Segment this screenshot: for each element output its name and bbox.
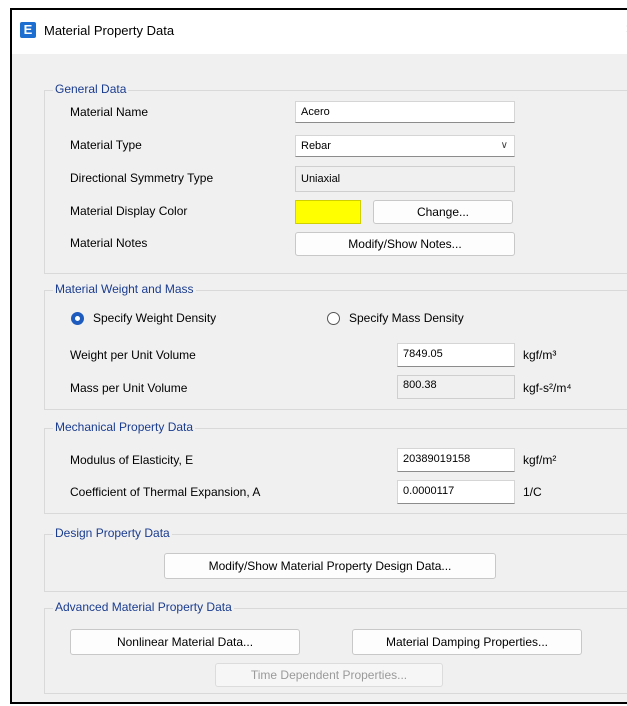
thermal-expansion-label: Coefficient of Thermal Expansion, A — [70, 485, 261, 499]
modulus-input[interactable]: 20389019158 — [397, 448, 515, 472]
weight-per-volume-label: Weight per Unit Volume — [70, 348, 196, 362]
mass-density-label[interactable]: Specify Mass Density — [349, 311, 464, 325]
app-icon: E — [20, 22, 36, 38]
advanced-title: Advanced Material Property Data — [53, 600, 234, 614]
design-title: Design Property Data — [53, 526, 172, 540]
general-data-group: General Data Material Name Acero Materia… — [44, 82, 627, 274]
design-data-button[interactable]: Modify/Show Material Property Design Dat… — [164, 553, 496, 579]
weight-mass-title: Material Weight and Mass — [53, 282, 196, 296]
display-color-label: Material Display Color — [70, 204, 188, 218]
mechanical-group: Mechanical Property Data Modulus of Elas… — [44, 420, 627, 514]
weight-density-radio[interactable] — [71, 312, 84, 325]
material-name-input[interactable]: Acero — [295, 101, 515, 123]
weight-unit: kgf/m³ — [523, 348, 557, 362]
title-bar: E Material Property Data × — [12, 10, 627, 54]
design-group: Design Property Data Modify/Show Materia… — [44, 526, 627, 592]
material-name-label: Material Name — [70, 105, 149, 119]
material-property-dialog: E Material Property Data × General Data … — [10, 8, 627, 704]
chevron-down-icon: ∨ — [500, 140, 508, 151]
damping-properties-button[interactable]: Material Damping Properties... — [352, 629, 582, 655]
material-notes-label: Material Notes — [70, 236, 148, 250]
nonlinear-data-button[interactable]: Nonlinear Material Data... — [70, 629, 300, 655]
mass-per-volume-field: 800.38 — [397, 375, 515, 399]
change-color-button[interactable]: Change... — [373, 200, 513, 224]
mass-unit: kgf-s²/m⁴ — [523, 381, 572, 395]
material-type-label: Material Type — [70, 138, 142, 152]
material-type-value: Rebar — [301, 140, 331, 152]
modulus-unit: kgf/m² — [523, 453, 557, 467]
weight-per-volume-input[interactable]: 7849.05 — [397, 343, 515, 367]
general-data-title: General Data — [53, 82, 129, 96]
symmetry-label: Directional Symmetry Type — [70, 171, 214, 185]
color-swatch[interactable] — [295, 200, 361, 224]
mass-per-volume-label: Mass per Unit Volume — [70, 381, 188, 395]
advanced-group: Advanced Material Property Data Nonlinea… — [44, 600, 627, 694]
mechanical-title: Mechanical Property Data — [53, 420, 196, 434]
mass-density-radio[interactable] — [327, 312, 340, 325]
modulus-label: Modulus of Elasticity, E — [70, 453, 194, 467]
weight-density-label[interactable]: Specify Weight Density — [93, 311, 216, 325]
dialog-title: Material Property Data — [44, 23, 175, 38]
material-type-select[interactable]: Rebar ∨ — [295, 135, 515, 157]
symmetry-field: Uniaxial — [295, 166, 515, 192]
modify-notes-button[interactable]: Modify/Show Notes... — [295, 232, 515, 256]
thermal-expansion-input[interactable]: 0.0000117 — [397, 480, 515, 504]
thermal-unit: 1/C — [523, 485, 542, 499]
weight-mass-group: Material Weight and Mass Specify Weight … — [44, 282, 627, 410]
time-dependent-button: Time Dependent Properties... — [215, 663, 443, 687]
